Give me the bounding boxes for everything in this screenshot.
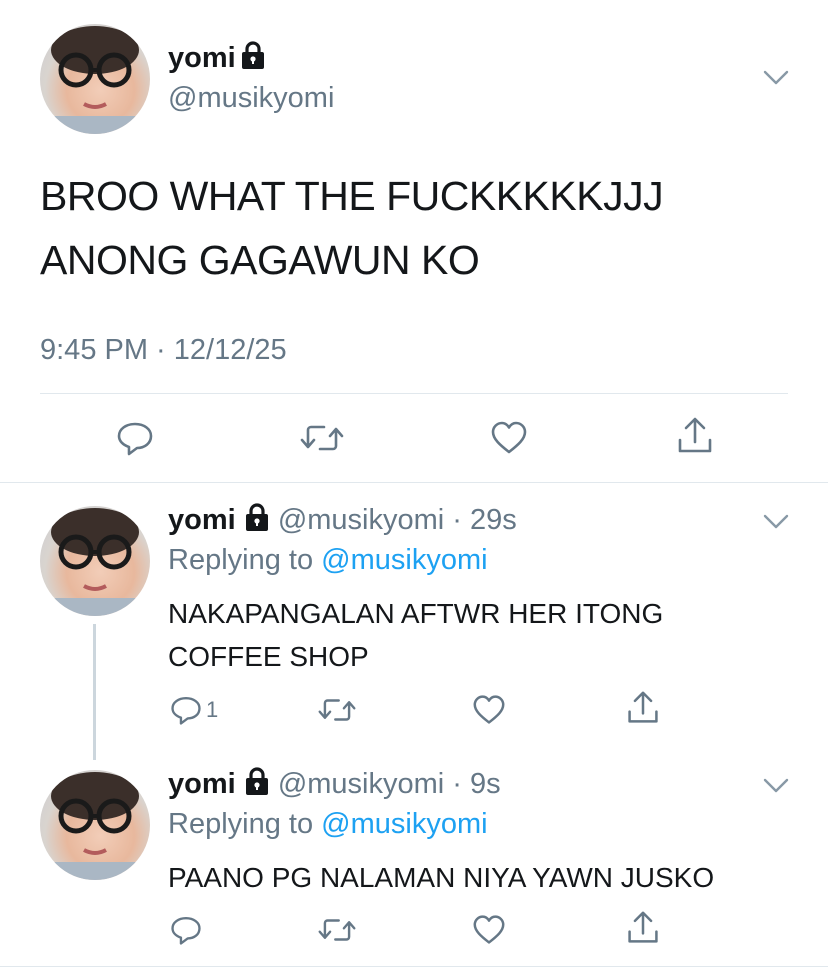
reply-button[interactable]: 1 [170,694,218,726]
divider [40,393,788,394]
share-button[interactable] [626,910,660,946]
like-button[interactable] [472,914,506,946]
reply-text-line: COFFEE SHOP [168,641,369,672]
retweet-button[interactable] [318,694,356,726]
display-name[interactable]: yomi [168,42,236,74]
reply-text-line: PAANO PG NALAMAN NIYA YAWN JUSKO [168,862,715,893]
tweet-text-line: BROO WHAT THE FUCKKKKKJJJ [40,173,664,219]
replying-handle-link[interactable]: @musikyomi [321,808,487,840]
display-name[interactable]: yomi [168,768,236,800]
avatar[interactable] [40,770,150,880]
thread-line [93,624,96,760]
chevron-down-icon[interactable] [762,68,790,93]
lock-icon [244,766,270,804]
share-icon [628,911,658,943]
share-button[interactable] [626,690,660,726]
reply-icon [117,422,153,456]
reply-icon [171,697,201,725]
chevron-down-icon[interactable] [762,512,790,537]
avatar[interactable] [40,24,150,134]
tweet-text-line: ANONG GAGAWUN KO [40,237,480,283]
like-button[interactable] [490,420,528,456]
replying-prefix: Replying to [168,544,314,576]
divider [0,966,828,967]
divider [0,482,828,483]
replying-to: Replying to @musikyomi [168,544,488,577]
like-icon [473,695,505,724]
retweet-button[interactable] [318,914,356,946]
display-name[interactable]: yomi [168,504,236,536]
handle-timestamp[interactable]: @musikyomi · 29s [278,504,517,536]
like-icon [473,915,505,944]
lock-icon [240,40,266,75]
reply-button[interactable] [116,420,154,456]
timestamp[interactable]: 9:45 PM · 12/12/25 [40,334,287,367]
retweet-icon [318,699,356,721]
lock-icon [244,502,270,540]
like-button[interactable] [472,694,506,726]
reply-icon [171,917,201,945]
replying-handle-link[interactable]: @musikyomi [321,544,487,576]
like-icon [491,421,527,454]
retweet-icon [300,425,344,451]
handle[interactable]: @musikyomi [168,82,334,115]
share-icon [678,417,712,453]
replying-to: Replying to @musikyomi [168,808,488,841]
share-button[interactable] [676,416,714,456]
handle-timestamp[interactable]: @musikyomi · 9s [278,768,501,800]
reply-count: 1 [206,697,219,722]
retweet-button[interactable] [300,420,344,456]
reply-text-line: NAKAPANGALAN AFTWR HER ITONG [168,598,664,629]
chevron-down-icon[interactable] [762,776,790,801]
avatar[interactable] [40,506,150,616]
retweet-icon [318,919,356,941]
replying-prefix: Replying to [168,808,314,840]
share-icon [628,691,658,723]
reply-button[interactable] [170,914,202,946]
